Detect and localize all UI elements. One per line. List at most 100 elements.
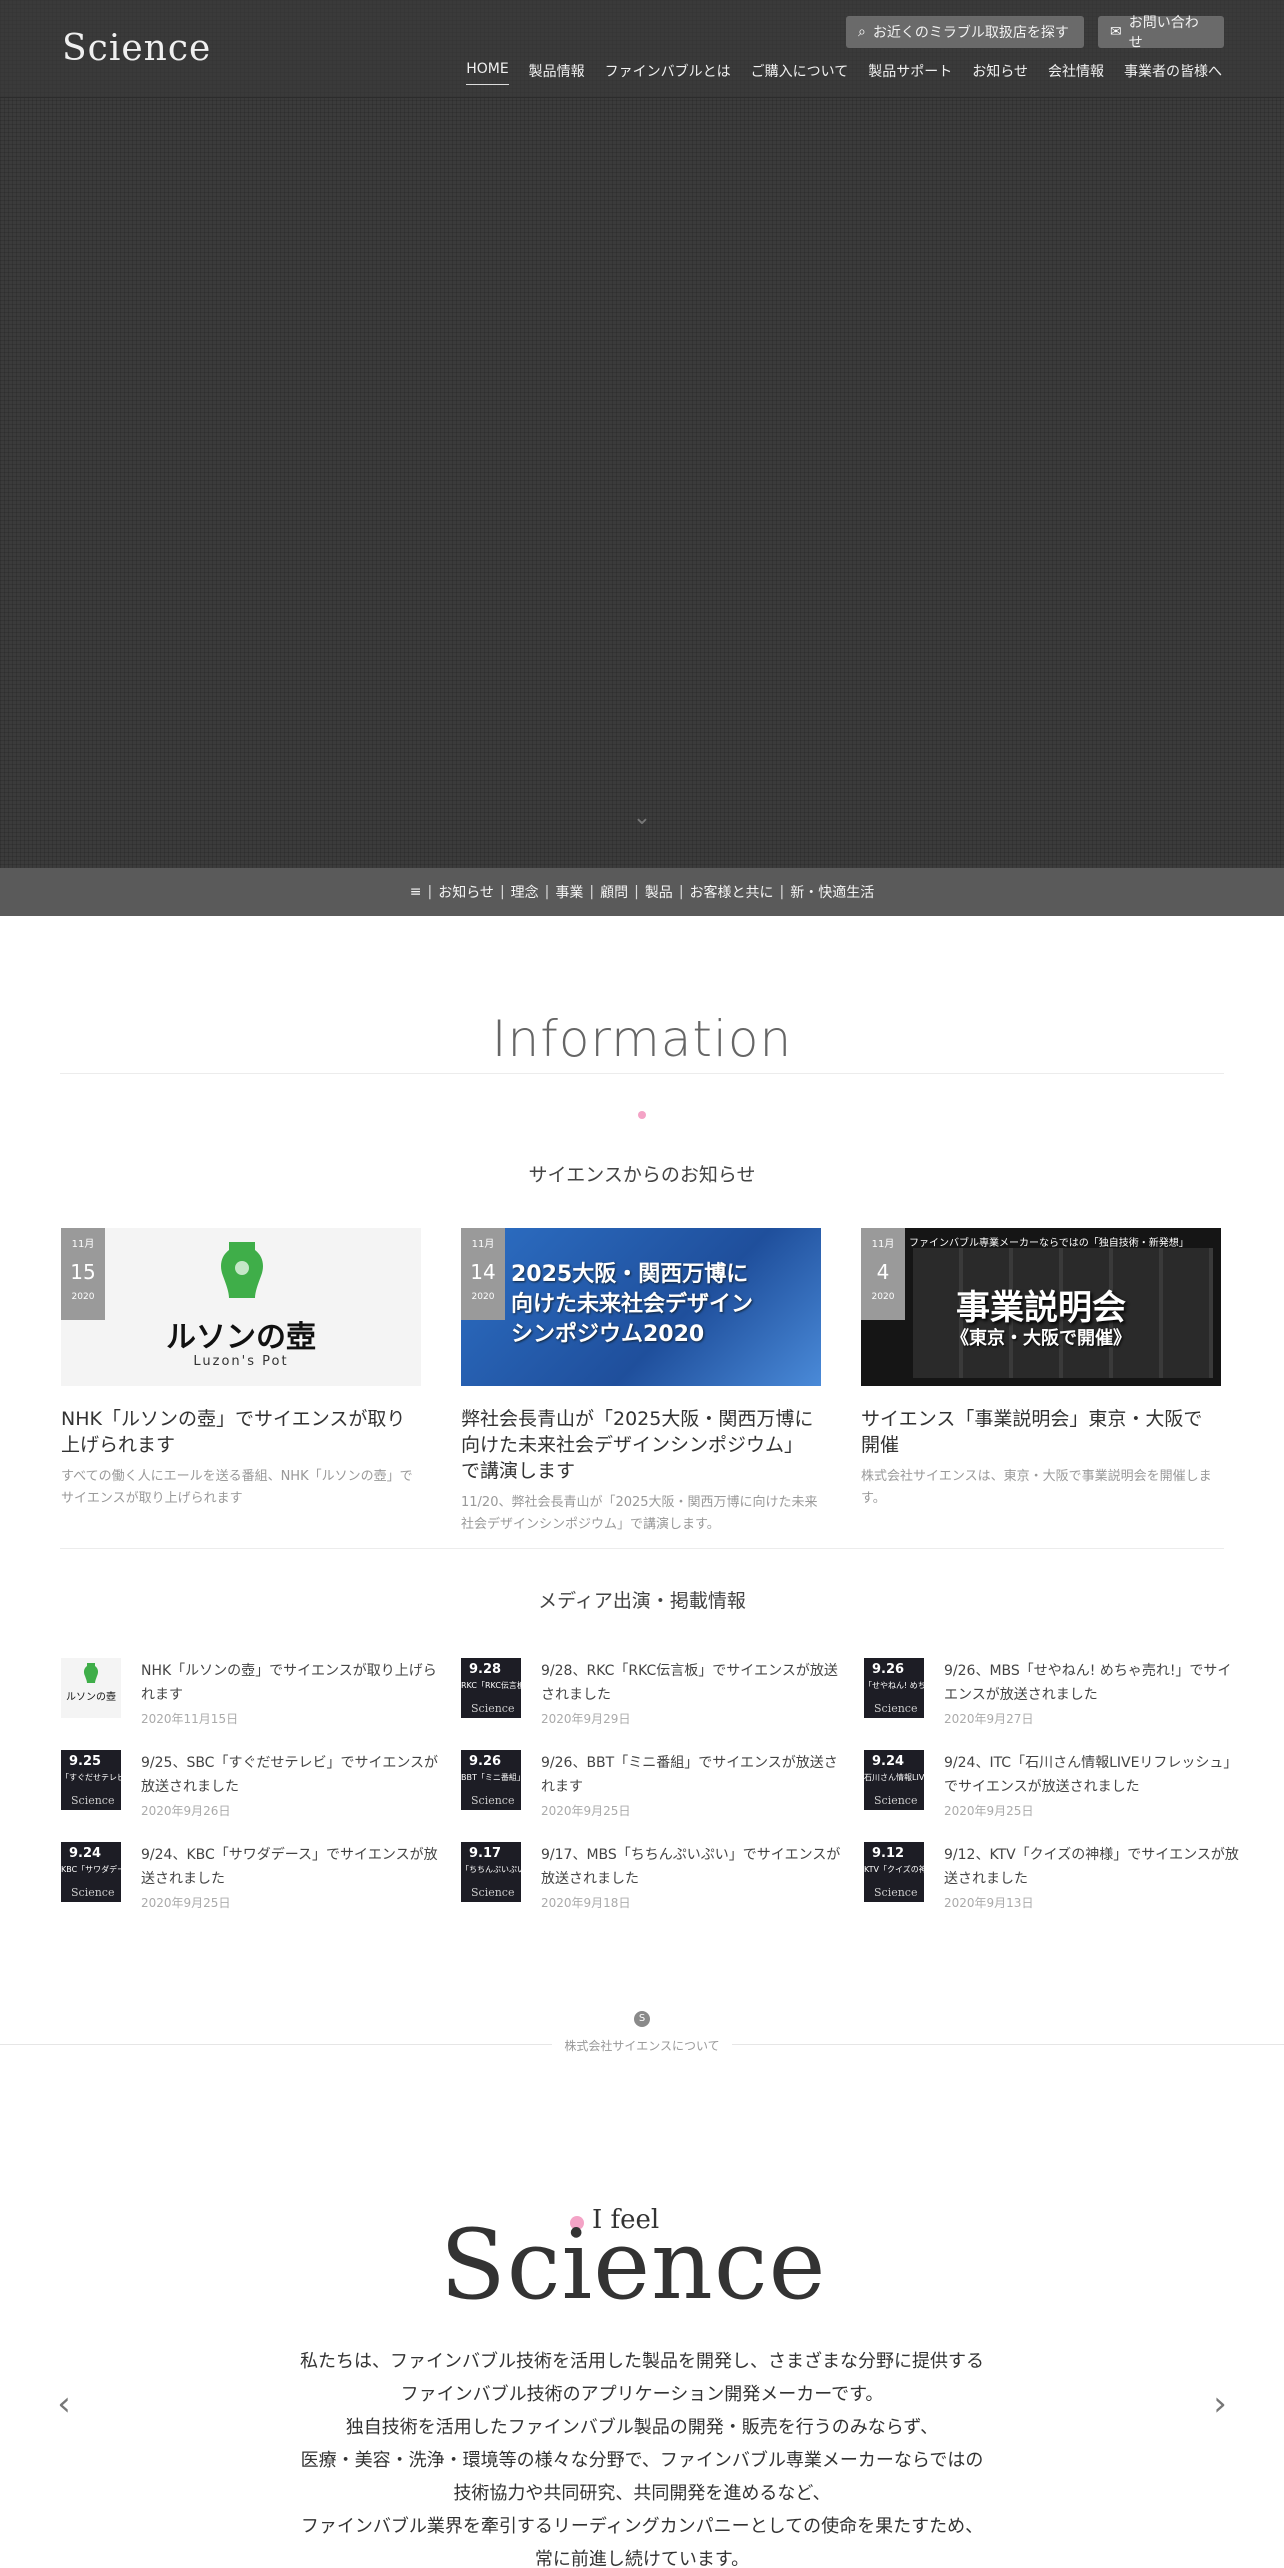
site-logo[interactable]: Science — [62, 28, 211, 69]
store-locator-button[interactable]: ⌕ お近くのミラブル取扱店を探す — [846, 16, 1084, 48]
thumb-text: BBT「ミニ番組」 — [461, 1773, 521, 1782]
media-item[interactable]: 9.26 BBT「ミニ番組」 Science 9/26、BBT「ミニ番組」でサイ… — [461, 1750, 841, 1818]
news-card-desc: すべての働く人にエールを送る番組、NHK「ルソンの壺」でサイエンスが取り上げられ… — [61, 1469, 413, 1506]
chevron-left-icon[interactable]: ‹ — [52, 2384, 76, 2424]
thumb-text: 石川さん情報LIVEリ — [864, 1773, 924, 1782]
media-item[interactable]: 9.24 KBC「サワダデース」 Science 9/24、KBC「サワダデース… — [61, 1842, 441, 1910]
nav-support[interactable]: 製品サポート — [868, 61, 952, 85]
media-thumbnail[interactable]: 9.25 「すぐだせテレビ」 Science — [61, 1750, 121, 1810]
briefing-banner-main: 事業説明会 — [956, 1288, 1126, 1328]
media-date: 2020年9月27日 — [944, 1712, 1034, 1726]
section-link-customers[interactable]: お客様と共に — [690, 882, 774, 902]
media-thumbnail[interactable]: 9.24 KBC「サワダデース」 Science — [61, 1842, 121, 1902]
media-heading: メディア出演・掲載情報 — [538, 1590, 746, 1612]
divider — [60, 1548, 1224, 1549]
main-nav: HOME 製品情報 ファインバブルとは ご購入について 製品サポート お知らせ … — [466, 61, 1222, 85]
thumb-logo: Science — [874, 1794, 918, 1807]
date-year: 2020 — [71, 1292, 95, 1302]
news-card-title[interactable]: 弊社会長青山が「2025大阪・関西万博に向けた未来社会デザインシンポジウム」で講… — [461, 1406, 821, 1484]
date-badge: 11月 14 2020 — [461, 1228, 505, 1320]
date-year: 2020 — [871, 1292, 895, 1302]
chevron-right-icon[interactable]: › — [1208, 2384, 1232, 2424]
media-title[interactable]: 9/12、KTV「クイズの神様」でサイエンスが放送されました — [944, 1843, 1244, 1891]
chevron-down-icon[interactable]: ⌄ — [632, 807, 652, 829]
section-link-business[interactable]: 事業 — [555, 882, 583, 902]
contact-button[interactable]: ✉ お問い合わせ — [1098, 15, 1224, 51]
media-thumbnail[interactable]: 9.26 BBT「ミニ番組」 Science — [461, 1750, 521, 1810]
news-card[interactable]: 11月 14 2020 2025大阪・関西万博に 向けた未来社会デザイン シンポ… — [461, 1228, 821, 1536]
thumb-text: KTV「クイズの神様」 — [864, 1865, 924, 1874]
media-title[interactable]: 9/24、ITC「石川さん情報LIVEリフレッシュ」でサイエンスが放送されました — [944, 1751, 1244, 1799]
date-badge: 11月 15 2020 — [61, 1228, 105, 1320]
media-item[interactable]: 9.28 RKC「RKC伝言板」 Science 9/28、RKC「RKC伝言板… — [461, 1658, 841, 1726]
media-thumbnail[interactable]: ルソンの壺 — [61, 1658, 121, 1718]
news-card[interactable]: 11月 4 2020 ファインバブル専業メーカーならではの「独自技術・新発想」 … — [861, 1228, 1221, 1510]
news-heading: サイエンスからのお知らせ — [528, 1164, 756, 1186]
news-card-title[interactable]: NHK「ルソンの壺」でサイエンスが取り上げられます — [61, 1406, 421, 1458]
section-link-philosophy[interactable]: 理念 — [511, 882, 539, 902]
search-icon: ⌕ — [858, 24, 866, 40]
section-nav: ≡ | お知らせ | 理念 | 事業 | 顧問 | 製品 | お客様と共に | 新・快適生活 — [0, 868, 1284, 916]
banner-line: シンポジウム2020 — [511, 1322, 705, 1347]
media-title[interactable]: 9/25、SBC「すぐだせテレビ」でサイエンスが放送されました — [141, 1751, 441, 1799]
nav-home[interactable]: HOME — [466, 61, 509, 85]
media-thumbnail[interactable]: 9.24 石川さん情報LIVEリ Science — [864, 1750, 924, 1810]
news-card[interactable]: 11月 15 2020 ルソンの壺 Luzon's Pot NHK「ルソンの壺」… — [61, 1228, 421, 1510]
separator: | — [634, 884, 639, 900]
media-title[interactable]: NHK「ルソンの壺」でサイエンスが取り上げられます — [141, 1659, 441, 1707]
thumb-date: 9.26 — [872, 1662, 905, 1677]
nav-business[interactable]: 事業者の皆様へ — [1124, 61, 1222, 85]
menu-icon[interactable]: ≡ — [410, 884, 422, 900]
luzon-pot-logo-sub: Luzon's Pot — [193, 1354, 289, 1369]
date-badge: 11月 4 2020 — [861, 1228, 905, 1320]
section-link-products[interactable]: 製品 — [645, 882, 673, 902]
media-item[interactable]: ルソンの壺 NHK「ルソンの壺」でサイエンスが取り上げられます 2020年11月… — [61, 1658, 441, 1726]
separator: | — [678, 884, 684, 900]
news-card-image[interactable]: 11月 15 2020 ルソンの壺 Luzon's Pot — [61, 1228, 421, 1386]
thumb-text: ルソンの壺 — [66, 1692, 116, 1703]
media-title[interactable]: 9/26、MBS「せやねん! めちゃ売れ!」でサイエンスが放送されました — [944, 1659, 1244, 1707]
media-item[interactable]: 9.24 石川さん情報LIVEリ Science 9/24、ITC「石川さん情報… — [864, 1750, 1244, 1818]
thumb-date: 9.12 — [872, 1846, 905, 1861]
media-item[interactable]: 9.26 「せやねん! めちゃ売れ!」 Science 9/26、MBS「せやね… — [864, 1658, 1244, 1726]
date-month: 11月 — [471, 1239, 495, 1250]
media-title[interactable]: 9/28、RKC「RKC伝言板」でサイエンスが放送されました — [541, 1659, 841, 1707]
media-thumbnail[interactable]: 9.28 RKC「RKC伝言板」 Science — [461, 1658, 521, 1718]
news-card-desc: 株式会社サイエンスは、東京・大阪で事業説明会を開催します。 — [861, 1469, 1212, 1506]
briefing-banner-top: ファインバブル専業メーカーならではの「独自技術・新発想」 — [909, 1238, 1189, 1249]
thumb-text: KBC「サワダデース」 — [61, 1865, 121, 1874]
media-item[interactable]: 9.12 KTV「クイズの神様」 Science 9/12、KTV「クイズの神様… — [864, 1842, 1244, 1910]
nav-company[interactable]: 会社情報 — [1048, 61, 1104, 85]
separator: | — [544, 884, 550, 900]
hero-banner: Science ⌕ お近くのミラブル取扱店を探す ✉ お問い合わせ HOME 製… — [0, 0, 1284, 868]
thumb-date: 9.17 — [469, 1846, 502, 1861]
nav-purchase[interactable]: ご購入について — [751, 61, 849, 85]
nav-news[interactable]: お知らせ — [972, 61, 1028, 85]
mail-icon: ✉ — [1110, 24, 1122, 40]
separator: | — [779, 884, 785, 900]
nav-products[interactable]: 製品情報 — [529, 61, 585, 85]
thumb-logo: Science — [471, 1886, 515, 1899]
media-title[interactable]: 9/26、BBT「ミニ番組」でサイエンスが放送されます — [541, 1751, 841, 1799]
date-month: 11月 — [871, 1239, 895, 1250]
media-title[interactable]: 9/17、MBS「ちちんぷいぷい」でサイエンスが放送されました — [541, 1843, 841, 1891]
media-thumbnail[interactable]: 9.17 「ちちんぷいぷい」 Science — [461, 1842, 521, 1902]
section-link-lifestyle[interactable]: 新・快適生活 — [790, 882, 874, 902]
section-link-news[interactable]: お知らせ — [438, 882, 494, 902]
nav-finebubble[interactable]: ファインバブルとは — [605, 61, 731, 85]
media-item[interactable]: 9.17 「ちちんぷいぷい」 Science 9/17、MBS「ちちんぷいぷい」… — [461, 1842, 841, 1910]
media-date: 2020年9月26日 — [141, 1804, 231, 1818]
media-thumbnail[interactable]: 9.12 KTV「クイズの神様」 Science — [864, 1842, 924, 1902]
divider — [60, 1073, 1224, 1074]
company-intro: 私たちは、ファインバブル技術を活用した製品を開発し、さまざまな分野に提供する フ… — [0, 2345, 1284, 2568]
thumb-date: 9.24 — [69, 1846, 102, 1861]
news-card-image[interactable]: 11月 4 2020 ファインバブル専業メーカーならではの「独自技術・新発想」 … — [861, 1228, 1221, 1386]
media-item[interactable]: 9.25 「すぐだせテレビ」 Science 9/25、SBC「すぐだせテレビ」… — [61, 1750, 441, 1818]
media-thumbnail[interactable]: 9.26 「せやねん! めちゃ売れ!」 Science — [864, 1658, 924, 1718]
news-card-image[interactable]: 11月 14 2020 2025大阪・関西万博に 向けた未来社会デザイン シンポ… — [461, 1228, 821, 1386]
media-title[interactable]: 9/24、KBC「サワダデース」でサイエンスが放送されました — [141, 1843, 441, 1891]
pot-illustration-icon — [221, 1242, 263, 1298]
media-date: 2020年9月18日 — [541, 1896, 631, 1910]
section-link-advisors[interactable]: 顧問 — [600, 882, 628, 902]
news-card-title[interactable]: サイエンス「事業説明会」東京・大阪で開催 — [861, 1406, 1221, 1458]
